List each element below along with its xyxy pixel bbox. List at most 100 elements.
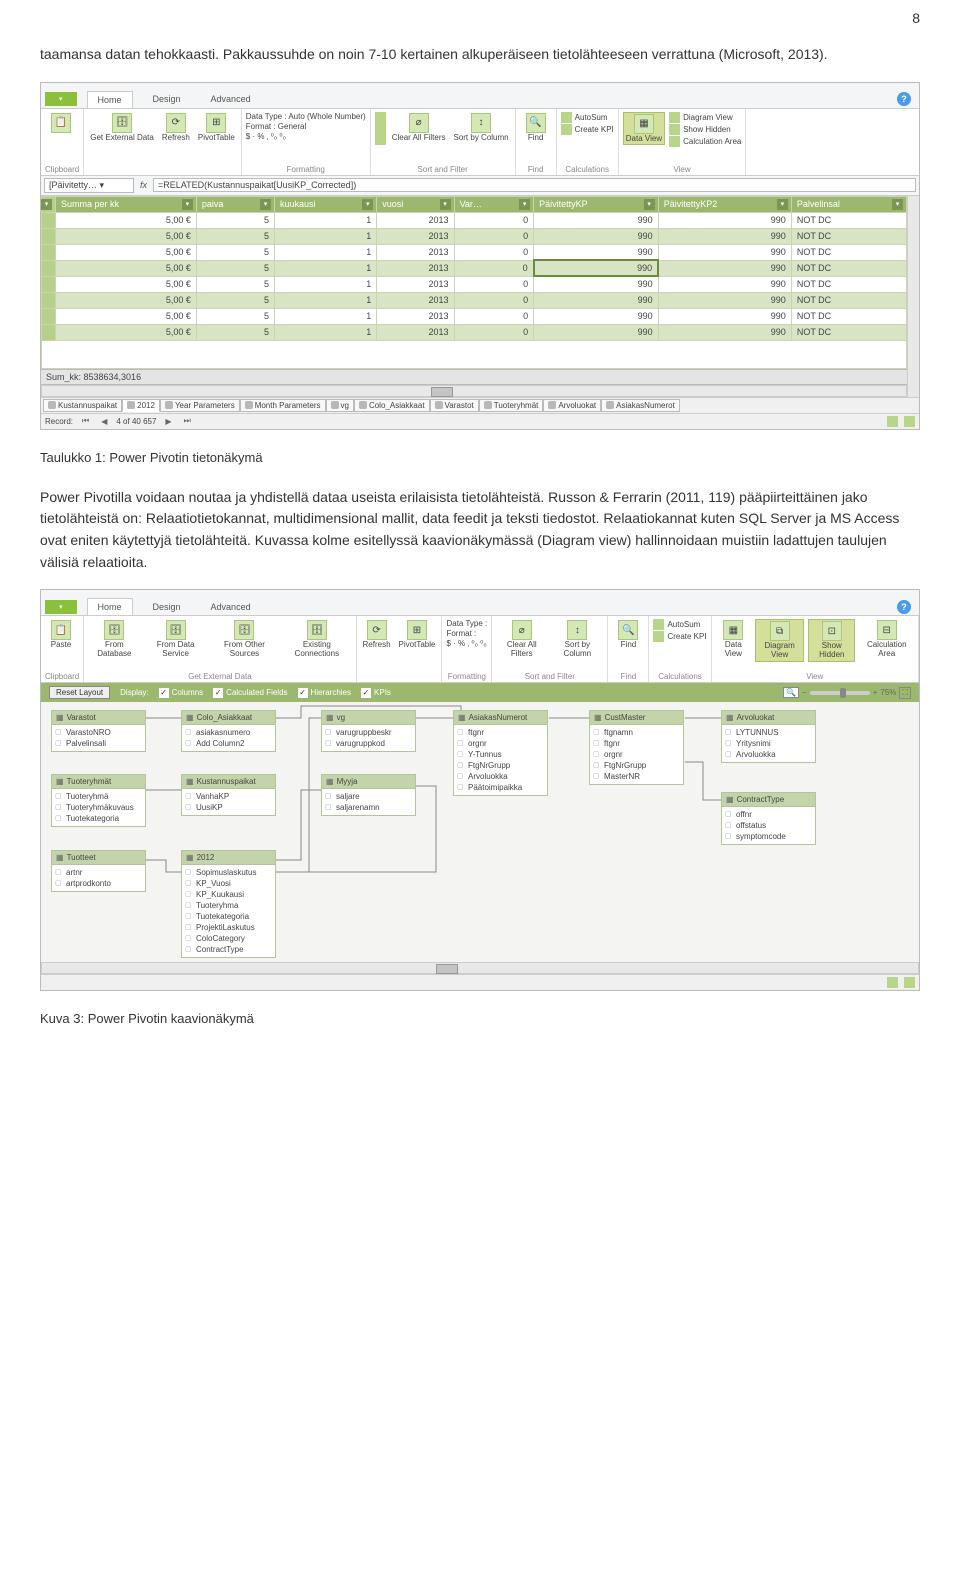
entity-field[interactable]: Tuoteryhma bbox=[182, 900, 275, 911]
sheet-tab[interactable]: Year Parameters bbox=[160, 399, 240, 412]
grid-cell[interactable]: NOT DC bbox=[791, 244, 906, 260]
autosum-button[interactable]: AutoSum bbox=[561, 112, 614, 123]
tab-advanced[interactable]: Advanced bbox=[201, 91, 261, 107]
grid-cell[interactable]: 5 bbox=[196, 260, 274, 276]
grid-cell[interactable]: 2013 bbox=[377, 260, 454, 276]
horizontal-scrollbar[interactable] bbox=[41, 962, 919, 974]
entity-field[interactable]: artnr bbox=[52, 867, 145, 878]
sheet-tab[interactable]: Kustannuspaikat bbox=[43, 399, 122, 412]
column-header[interactable]: Palvelinsal bbox=[791, 196, 906, 212]
grid-cell[interactable]: 5,00 € bbox=[56, 244, 197, 260]
grid-cell[interactable]: 0 bbox=[454, 308, 534, 324]
entity-field[interactable]: Tuoteryhmä bbox=[52, 791, 145, 802]
find-button[interactable]: 🔍Find bbox=[612, 619, 644, 651]
grid-cell[interactable]: 5 bbox=[196, 244, 274, 260]
entity-field[interactable]: symptomcode bbox=[722, 831, 815, 842]
entity-field[interactable]: varugruppkod bbox=[322, 738, 415, 749]
grid-cell[interactable]: NOT DC bbox=[791, 308, 906, 324]
grid-cell[interactable]: 1 bbox=[275, 212, 377, 228]
grid-cell[interactable]: 2013 bbox=[377, 308, 454, 324]
grid-cell[interactable]: 5,00 € bbox=[56, 308, 197, 324]
pivottable-button[interactable]: ⊞PivotTable bbox=[397, 619, 438, 651]
entity-field[interactable]: Palvelinsali bbox=[52, 738, 145, 749]
sheet-tab[interactable]: AsiakasNumerot bbox=[601, 399, 680, 412]
column-header[interactable]: kuukausi bbox=[275, 196, 377, 212]
column-header[interactable]: paiva bbox=[196, 196, 274, 212]
entity-header[interactable]: ContractType bbox=[722, 793, 815, 807]
entity-field[interactable]: KP_Vuosi bbox=[182, 878, 275, 889]
sheet-tab[interactable]: vg bbox=[326, 399, 354, 412]
calculation-area-button[interactable]: ⊟Calculation Area bbox=[859, 619, 914, 660]
grid-cell[interactable]: 2013 bbox=[377, 292, 454, 308]
grid-cell[interactable]: 5,00 € bbox=[56, 260, 197, 276]
clear-filters-button[interactable]: ⌀Clear All Filters bbox=[390, 112, 448, 144]
create-kpi-button[interactable]: Create KPI bbox=[561, 124, 614, 135]
entity-header[interactable]: Arvoluokat bbox=[722, 711, 815, 725]
entity-table[interactable]: KustannuspaikatVanhaKPUusiKP bbox=[181, 774, 276, 816]
tab-design[interactable]: Design bbox=[143, 599, 191, 615]
sheet-tab[interactable]: 2012 bbox=[122, 399, 160, 412]
row-selector[interactable] bbox=[42, 324, 56, 340]
pivottable-button[interactable]: ⊞PivotTable bbox=[196, 112, 237, 144]
autosum-button[interactable]: AutoSum bbox=[653, 619, 706, 630]
entity-table[interactable]: vgvarugruppbeskrvarugruppkod bbox=[321, 710, 416, 752]
nav-first-button[interactable]: ⏮ bbox=[79, 416, 92, 426]
paste-button[interactable]: 📋Paste bbox=[45, 619, 77, 651]
grid-cell[interactable]: 2013 bbox=[377, 276, 454, 292]
entity-field[interactable]: VanhaKP bbox=[182, 791, 275, 802]
entity-field[interactable]: KP_Kuukausi bbox=[182, 889, 275, 900]
vertical-scrollbar[interactable] bbox=[907, 196, 919, 397]
grid-cell[interactable]: 990 bbox=[658, 212, 791, 228]
datatype-selector[interactable]: Data Type : Auto (Whole Number) bbox=[246, 112, 366, 121]
view-toggle-1-icon[interactable] bbox=[887, 416, 898, 427]
tab-design[interactable]: Design bbox=[143, 91, 191, 107]
help-icon[interactable]: ? bbox=[897, 600, 911, 614]
formula-input[interactable]: =RELATED(Kustannuspaikat[UusiKP_Correcte… bbox=[153, 178, 916, 192]
entity-field[interactable]: Sopimuslaskutus bbox=[182, 867, 275, 878]
grid-cell[interactable]: 5 bbox=[196, 324, 274, 340]
row-selector[interactable] bbox=[42, 260, 56, 276]
grid-cell[interactable]: NOT DC bbox=[791, 260, 906, 276]
row-selector[interactable] bbox=[42, 244, 56, 260]
entity-table[interactable]: ContractTypeoffnroffstatussymptomcode bbox=[721, 792, 816, 845]
grid-cell[interactable]: 5,00 € bbox=[56, 228, 197, 244]
grid-cell[interactable]: 5 bbox=[196, 276, 274, 292]
entity-field[interactable]: Arvoluokka bbox=[454, 771, 547, 782]
grid-cell[interactable]: 1 bbox=[275, 276, 377, 292]
grid-cell[interactable]: 0 bbox=[454, 292, 534, 308]
calculation-area-button[interactable]: Calculation Area bbox=[669, 136, 741, 147]
grid-cell[interactable]: 0 bbox=[454, 324, 534, 340]
column-header[interactable]: Summa per kk bbox=[56, 196, 197, 212]
show-hidden-button[interactable]: ⊡Show Hidden bbox=[808, 619, 855, 662]
display-checkbox[interactable]: Hierarchies bbox=[298, 688, 351, 698]
grid-cell[interactable]: 0 bbox=[454, 228, 534, 244]
entity-field[interactable]: Yritysnimi bbox=[722, 738, 815, 749]
view-toggle-2-icon[interactable] bbox=[904, 977, 915, 988]
nav-last-button[interactable]: ⏭ bbox=[181, 416, 194, 426]
entity-field[interactable]: ContractType bbox=[182, 944, 275, 955]
grid-cell[interactable]: 1 bbox=[275, 324, 377, 340]
entity-field[interactable]: UusiKP bbox=[182, 802, 275, 813]
external-data-source-button[interactable]: 🗄From Data Service bbox=[144, 619, 206, 660]
entity-header[interactable]: Tuotteet bbox=[52, 851, 145, 865]
horizontal-scrollbar[interactable] bbox=[41, 385, 907, 397]
entity-header[interactable]: 2012 bbox=[182, 851, 275, 865]
entity-field[interactable]: saljare bbox=[322, 791, 415, 802]
refresh-button[interactable]: ⟳Refresh bbox=[160, 112, 192, 144]
display-checkbox[interactable]: Calculated Fields bbox=[213, 688, 287, 698]
entity-field[interactable]: VarastoNRO bbox=[52, 727, 145, 738]
grid-cell[interactable]: 5 bbox=[196, 308, 274, 324]
entity-field[interactable]: asiakasnumero bbox=[182, 727, 275, 738]
entity-field[interactable]: ftgnr bbox=[454, 727, 547, 738]
grid-cell[interactable]: 5,00 € bbox=[56, 276, 197, 292]
entity-header[interactable]: AsiakasNumerot bbox=[454, 711, 547, 725]
column-header[interactable]: Var… bbox=[454, 196, 534, 212]
grid-cell[interactable]: 2013 bbox=[377, 324, 454, 340]
entity-field[interactable]: ColoCategory bbox=[182, 933, 275, 944]
grid-cell[interactable]: 990 bbox=[534, 212, 659, 228]
grid-cell[interactable]: 0 bbox=[454, 260, 534, 276]
grid-cell[interactable]: 990 bbox=[534, 324, 659, 340]
sheet-tab[interactable]: Tuoteryhmät bbox=[479, 399, 544, 412]
tab-home[interactable]: Home bbox=[87, 91, 133, 108]
grid-cell[interactable]: 0 bbox=[454, 244, 534, 260]
